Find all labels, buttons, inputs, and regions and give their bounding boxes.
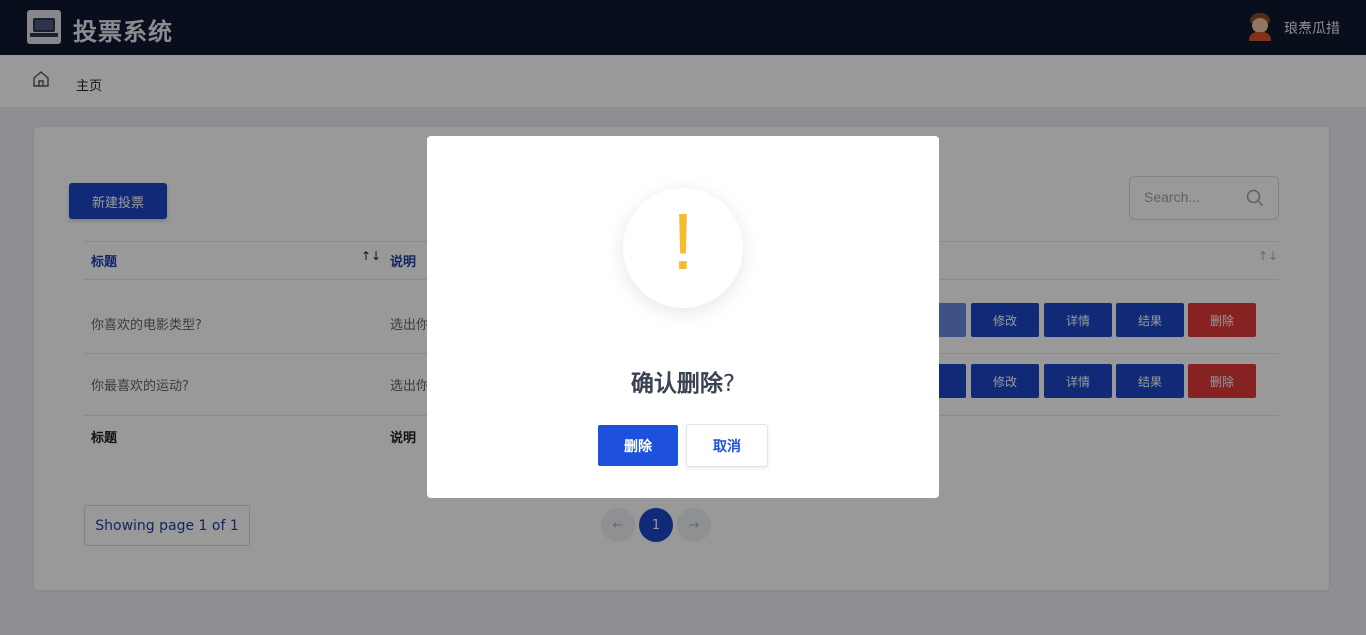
dialog-title-text: 确认删除: [630, 371, 723, 397]
confirm-delete-button[interactable]: 删除: [598, 425, 678, 466]
cancel-button[interactable]: 取消: [686, 424, 768, 467]
warning-icon: !: [623, 188, 743, 308]
dialog-title: 确认删除?: [427, 364, 939, 398]
warning-icon-glyph: !: [671, 197, 695, 286]
dialog-title-suffix: ?: [722, 371, 736, 397]
confirm-delete-dialog: ! 确认删除? 删除 取消: [427, 136, 939, 498]
